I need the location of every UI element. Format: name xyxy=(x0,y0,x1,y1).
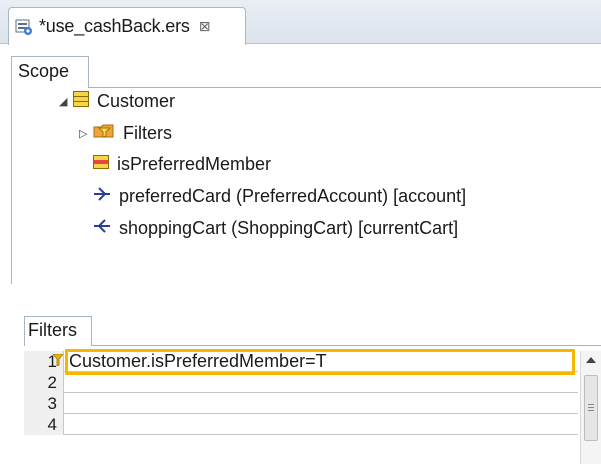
ers-file-icon xyxy=(15,18,33,36)
table-row[interactable]: 3 xyxy=(24,393,578,414)
tree-item-label: Filters xyxy=(123,123,172,143)
vertical-scrollbar[interactable] xyxy=(580,351,601,464)
close-tab-icon[interactable]: ⊠ xyxy=(199,18,211,35)
incoming-relation-icon xyxy=(93,218,111,239)
row-number: 4 xyxy=(24,414,64,435)
tree-item-label: preferredCard (PreferredAccount) [accoun… xyxy=(119,186,467,206)
tab-scope[interactable]: Scope xyxy=(11,56,89,88)
outgoing-relation-icon xyxy=(93,186,111,207)
filters-tab-divider xyxy=(24,345,601,346)
row-number: 3 xyxy=(24,393,64,414)
editor-tab[interactable]: *use_cashBack.ers ⊠ xyxy=(8,7,246,45)
row-number: 1 xyxy=(24,351,64,372)
attribute-icon xyxy=(93,154,109,175)
filter-expression-cell[interactable] xyxy=(65,372,578,393)
tab-scope-label: Scope xyxy=(18,61,70,81)
tree-item-label: Customer xyxy=(97,91,176,111)
filter-expression-cell[interactable] xyxy=(65,393,578,414)
tree-item-filters[interactable]: ▷ Filters xyxy=(79,122,172,145)
tree-item-ispreferredmember[interactable]: isPreferredMember xyxy=(79,154,271,175)
table-row[interactable]: 4 xyxy=(24,414,578,435)
table-row[interactable]: 1 Customer.isPreferredMember=T xyxy=(24,349,578,375)
tree-item-shoppingcart[interactable]: shoppingCart (ShoppingCart) [currentCart… xyxy=(79,218,458,239)
tree-item-label: shoppingCart (ShoppingCart) [currentCart… xyxy=(119,218,459,238)
collapse-icon[interactable]: ◢ xyxy=(59,95,73,108)
scroll-up-arrow-icon[interactable] xyxy=(586,357,596,363)
entity-icon xyxy=(73,91,89,112)
tab-filters[interactable]: Filters xyxy=(24,316,92,346)
expand-icon[interactable]: ▷ xyxy=(79,127,93,140)
tree-item-preferredcard[interactable]: preferredCard (PreferredAccount) [accoun… xyxy=(79,186,466,207)
row-number: 2 xyxy=(24,372,64,393)
filters-table: 1 Customer.isPreferredMember=T 2 3 4 xyxy=(24,349,578,435)
tree-item-label: isPreferredMember xyxy=(117,154,272,174)
table-row[interactable]: 2 xyxy=(24,372,578,393)
tab-filters-label: Filters xyxy=(28,320,77,340)
editor-tab-title: *use_cashBack.ers xyxy=(39,16,190,36)
editor-tab-strip: *use_cashBack.ers ⊠ xyxy=(0,0,601,45)
tree-item-customer[interactable]: ◢ Customer xyxy=(59,91,175,112)
filters-folder-icon xyxy=(93,122,115,145)
scroll-thumb[interactable] xyxy=(584,375,598,441)
filter-expression-cell[interactable] xyxy=(65,414,578,435)
filter-icon xyxy=(52,350,64,371)
